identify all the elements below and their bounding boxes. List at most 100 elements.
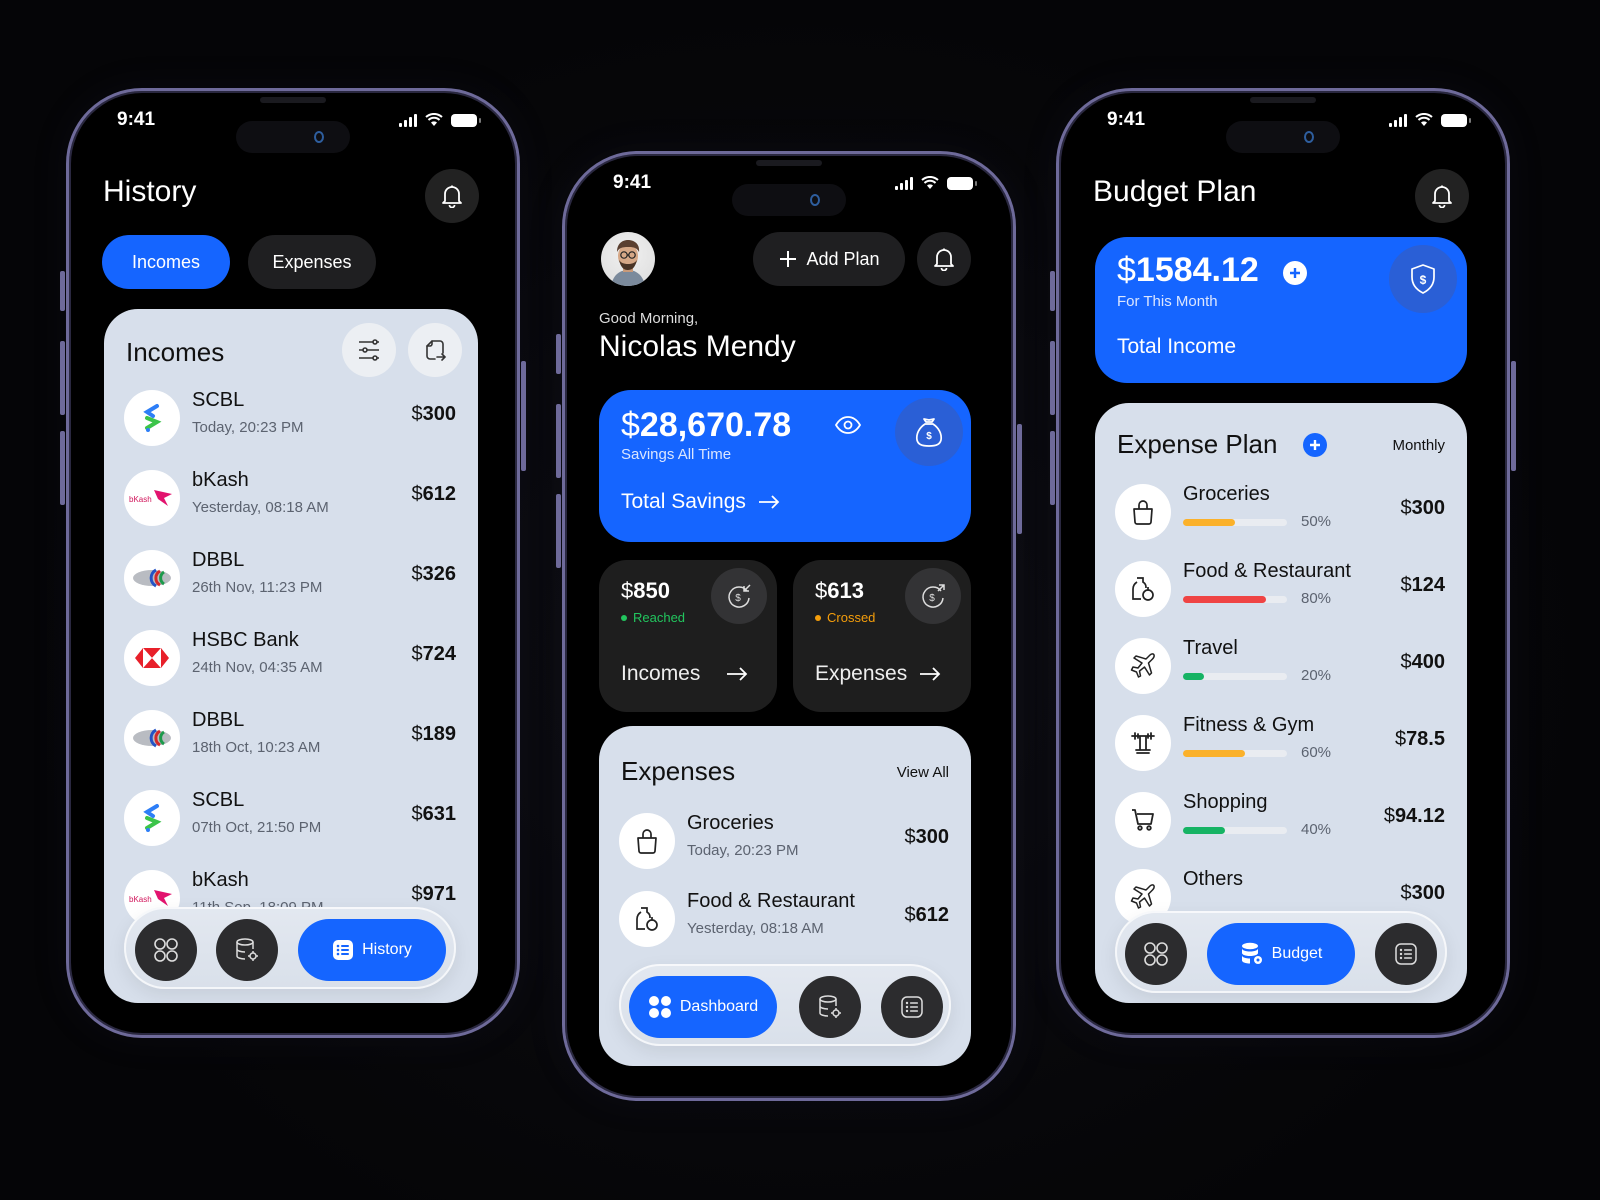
transaction-name: SCBL: [192, 389, 245, 411]
budget-plan-row[interactable]: Shopping 40% $94.12: [1115, 789, 1447, 849]
plan-progress-fill: [1183, 596, 1267, 603]
scbl-logo: [124, 390, 180, 446]
expenses-card[interactable]: $613 Crossed Expenses $: [793, 560, 971, 712]
money-bag-icon: $: [915, 418, 943, 447]
signal-icon: [895, 176, 913, 190]
phone-budget: 9:41 Budget Plan $1584.12 For This Month…: [1050, 88, 1516, 1038]
total-savings-card[interactable]: $28,670.78 Savings All Time Total Saving…: [599, 390, 971, 542]
filter-button[interactable]: [342, 323, 396, 377]
status-bar: 9:41: [1059, 109, 1507, 133]
add-plan-button[interactable]: [1303, 433, 1327, 457]
phone-dashboard: 9:41 Add Plan Good Morning, Nicolas Mend…: [556, 151, 1022, 1101]
nav-dashboard-button[interactable]: [1125, 923, 1187, 985]
icon-badge: [619, 813, 675, 869]
transaction-amount: $189: [411, 723, 457, 745]
dbbl-logo: [124, 550, 180, 606]
total-savings-link[interactable]: Total Savings: [621, 490, 780, 514]
transaction-row[interactable]: bKash bKash Yesterday, 08:18 AM $612: [124, 467, 458, 527]
tab-expenses[interactable]: Expenses: [248, 235, 376, 289]
notification-button[interactable]: [1415, 169, 1469, 223]
battery-icon: [947, 176, 977, 190]
shopping-bag-icon: [1131, 499, 1155, 525]
arrow-right-icon: [758, 495, 780, 509]
nav-history-button[interactable]: History: [298, 919, 446, 981]
icon-badge: [1115, 484, 1171, 540]
list-icon: [1395, 943, 1417, 965]
expense-row[interactable]: Food & Restaurant Yesterday, 08:18 AM $6…: [619, 888, 951, 948]
transaction-name: DBBL: [192, 709, 245, 731]
expense-time: Today, 20:23 PM: [687, 842, 799, 859]
period-selector[interactable]: Monthly: [1392, 437, 1445, 454]
transaction-row[interactable]: DBBL 26th Nov, 11:23 PM $326: [124, 547, 458, 607]
budget-plan-row[interactable]: Groceries 50% $300: [1115, 481, 1447, 541]
panel-title: Expense Plan: [1117, 429, 1278, 459]
incomes-link[interactable]: Incomes: [621, 662, 748, 686]
hsbc-logo: [124, 630, 180, 686]
transaction-row[interactable]: SCBL Today, 20:23 PM $300: [124, 387, 458, 447]
bell-icon: [934, 248, 954, 271]
nav-budget-button[interactable]: Budget: [1207, 923, 1355, 985]
transaction-row[interactable]: HSBC Bank 24th Nov, 04:35 AM $724: [124, 627, 458, 687]
expense-row[interactable]: Groceries Today, 20:23 PM $300: [619, 810, 951, 870]
grid-dots-icon: [648, 996, 671, 1018]
eye-icon[interactable]: [835, 416, 861, 434]
battery-icon: [451, 113, 481, 127]
add-income-button[interactable]: [1283, 261, 1307, 285]
transaction-row[interactable]: SCBL 07th Oct, 21:50 PM $631: [124, 787, 458, 847]
add-plan-button[interactable]: Add Plan: [753, 232, 905, 286]
notification-button[interactable]: [917, 232, 971, 286]
money-bag-badge: $: [895, 398, 963, 466]
budget-plan-row[interactable]: Food & Restaurant 80% $124: [1115, 558, 1447, 618]
nav-history-button[interactable]: [881, 976, 943, 1038]
plan-amount: $94.12: [1383, 805, 1445, 827]
avatar[interactable]: [601, 232, 655, 286]
phone-volume-up: [60, 341, 65, 415]
plan-name: Groceries: [1183, 483, 1270, 505]
transaction-row[interactable]: DBBL 18th Oct, 10:23 AM $189: [124, 707, 458, 767]
plus-icon: [1310, 440, 1320, 450]
expenses-link[interactable]: Expenses: [815, 662, 941, 686]
tab-incomes[interactable]: Incomes: [102, 235, 230, 289]
transaction-name: HSBC Bank: [192, 629, 299, 651]
notification-button[interactable]: [425, 169, 479, 223]
speaker-grille: [260, 97, 326, 103]
budget-plan-row[interactable]: Fitness & Gym 60% $78.5: [1115, 712, 1447, 772]
icon-badge: [1115, 715, 1171, 771]
transaction-time: 07th Oct, 21:50 PM: [192, 819, 322, 836]
plan-progress-fill: [1183, 750, 1246, 757]
plan-progress-track: [1183, 827, 1287, 834]
nav-budget-button[interactable]: [799, 976, 861, 1038]
export-icon: [426, 340, 447, 361]
export-button[interactable]: [408, 323, 462, 377]
total-income-label: Total Income: [1117, 335, 1237, 358]
view-all-link[interactable]: View All: [897, 764, 949, 781]
phone-history: 9:41 History Incomes Expenses Incomes SC…: [60, 88, 526, 1038]
total-income-card[interactable]: $1584.12 For This Month Total Income $: [1095, 237, 1467, 383]
nav-history-button[interactable]: [1375, 923, 1437, 985]
plan-percent: 20%: [1301, 667, 1332, 684]
plan-amount: $124: [1400, 574, 1446, 596]
nav-dashboard-button[interactable]: Dashboard: [629, 976, 777, 1038]
svg-text:$: $: [929, 593, 935, 604]
user-avatar-icon: [611, 240, 645, 286]
svg-text:$: $: [735, 593, 741, 604]
budget-plan-row[interactable]: Travel 20% $400: [1115, 635, 1447, 695]
plan-progress-fill: [1183, 519, 1235, 526]
expenses-status: Crossed: [815, 610, 875, 625]
incomes-card[interactable]: $850 Reached Incomes $: [599, 560, 777, 712]
nav-budget-button[interactable]: [216, 919, 278, 981]
savings-amount: $28,670.78: [621, 406, 792, 444]
expense-name: Groceries: [687, 812, 774, 834]
bell-icon: [1432, 185, 1452, 208]
wifi-icon: [921, 176, 939, 189]
transaction-name: bKash: [192, 469, 249, 491]
plus-icon: [780, 251, 797, 267]
phone-volume-down: [60, 431, 65, 505]
plan-progress-track: [1183, 596, 1287, 603]
plan-amount: $400: [1400, 651, 1446, 673]
nav-dashboard-button[interactable]: [135, 919, 197, 981]
incomes-card-amount: $850: [621, 578, 670, 603]
transaction-amount: $631: [411, 803, 457, 825]
status-dot: [815, 614, 821, 621]
user-name: Nicolas Mendy: [599, 330, 796, 363]
